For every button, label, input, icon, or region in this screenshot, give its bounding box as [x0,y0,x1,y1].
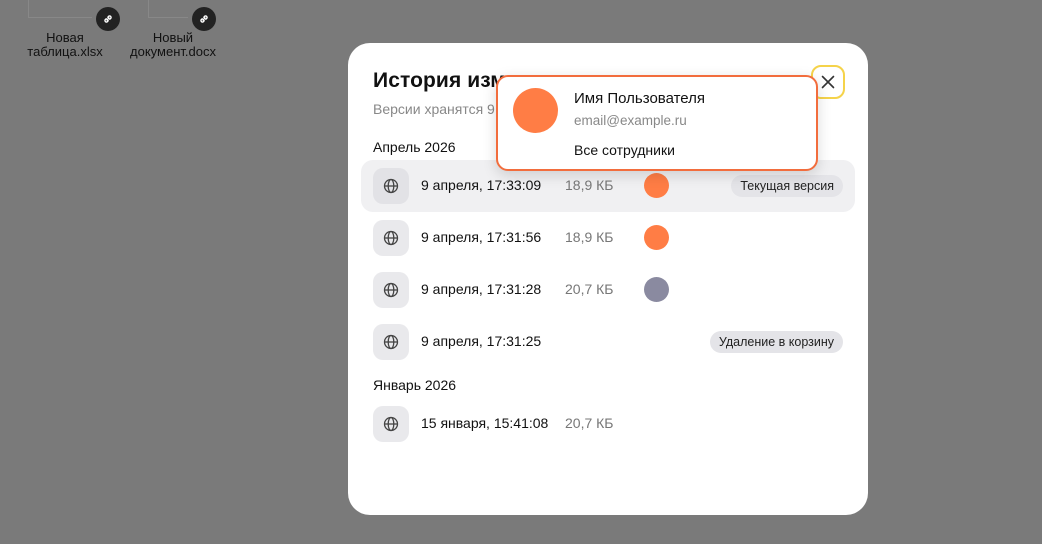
version-date: 9 апреля, 17:31:56 [421,229,542,245]
author-avatar[interactable] [644,277,669,302]
user-group: Все сотрудники [574,142,675,158]
version-row[interactable]: 15 января, 15:41:08 20,7 КБ [361,398,855,450]
trash-deletion-badge: Удаление в корзину [709,331,843,353]
dialog-subtitle: Версии хранятся 9 [373,101,495,117]
version-size: 18,9 КБ [565,177,614,193]
dialog-title: История изм [373,69,506,92]
file-name: Новая таблица.xlsx [27,30,103,59]
globe-icon [373,406,409,442]
user-popover: Имя Пользователя email@example.ru Все со… [496,75,818,171]
user-email: email@example.ru [574,113,687,128]
version-row[interactable]: 9 апреля, 17:31:25 Удаление в корзину [361,316,855,368]
version-row[interactable]: 9 апреля, 17:31:56 18,9 КБ [361,212,855,264]
section-title-april: Апрель 2026 [373,139,456,155]
author-avatar[interactable] [644,173,669,198]
version-date: 9 апреля, 17:31:25 [421,333,542,349]
file-name: Новый документ.docx [130,30,216,59]
user-name: Имя Пользователя [574,90,706,107]
file-thumbnail [28,0,92,18]
globe-icon [373,272,409,308]
globe-icon [373,220,409,256]
globe-icon [373,168,409,204]
version-date: 15 января, 15:41:08 [421,415,549,431]
globe-icon [373,324,409,360]
file-thumbnail [148,0,188,18]
close-icon [821,75,835,89]
version-size: 20,7 КБ [565,415,614,431]
link-icon [192,7,216,31]
section-title-january: Январь 2026 [373,377,457,393]
link-icon [96,7,120,31]
user-avatar [513,88,558,133]
version-row[interactable]: 9 апреля, 17:31:28 20,7 КБ [361,264,855,316]
author-avatar[interactable] [644,225,669,250]
version-date: 9 апреля, 17:31:28 [421,281,542,297]
version-date: 9 апреля, 17:33:09 [421,177,542,193]
version-size: 18,9 КБ [565,229,614,245]
current-version-badge: Текущая версия [731,175,843,197]
version-size: 20,7 КБ [565,281,614,297]
